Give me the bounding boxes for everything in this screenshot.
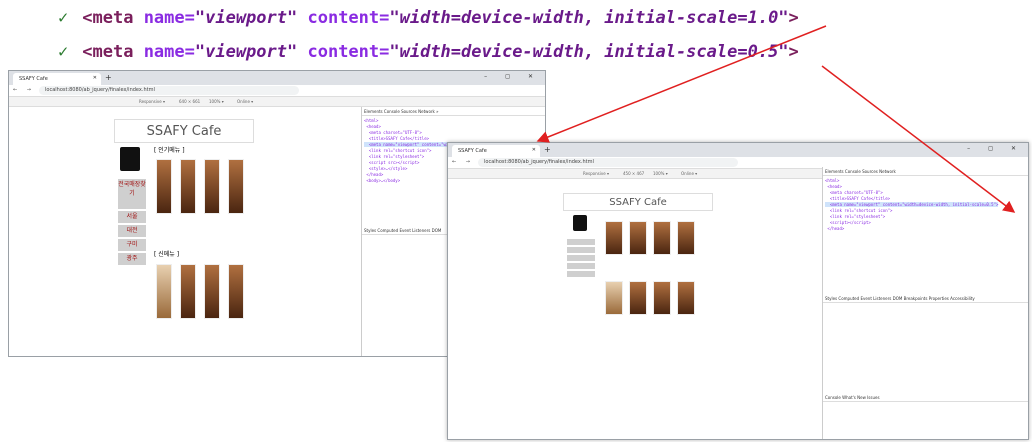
arrow-2 [821,65,1016,213]
arrow-1 [536,25,827,143]
red-arrows [536,25,1016,213]
